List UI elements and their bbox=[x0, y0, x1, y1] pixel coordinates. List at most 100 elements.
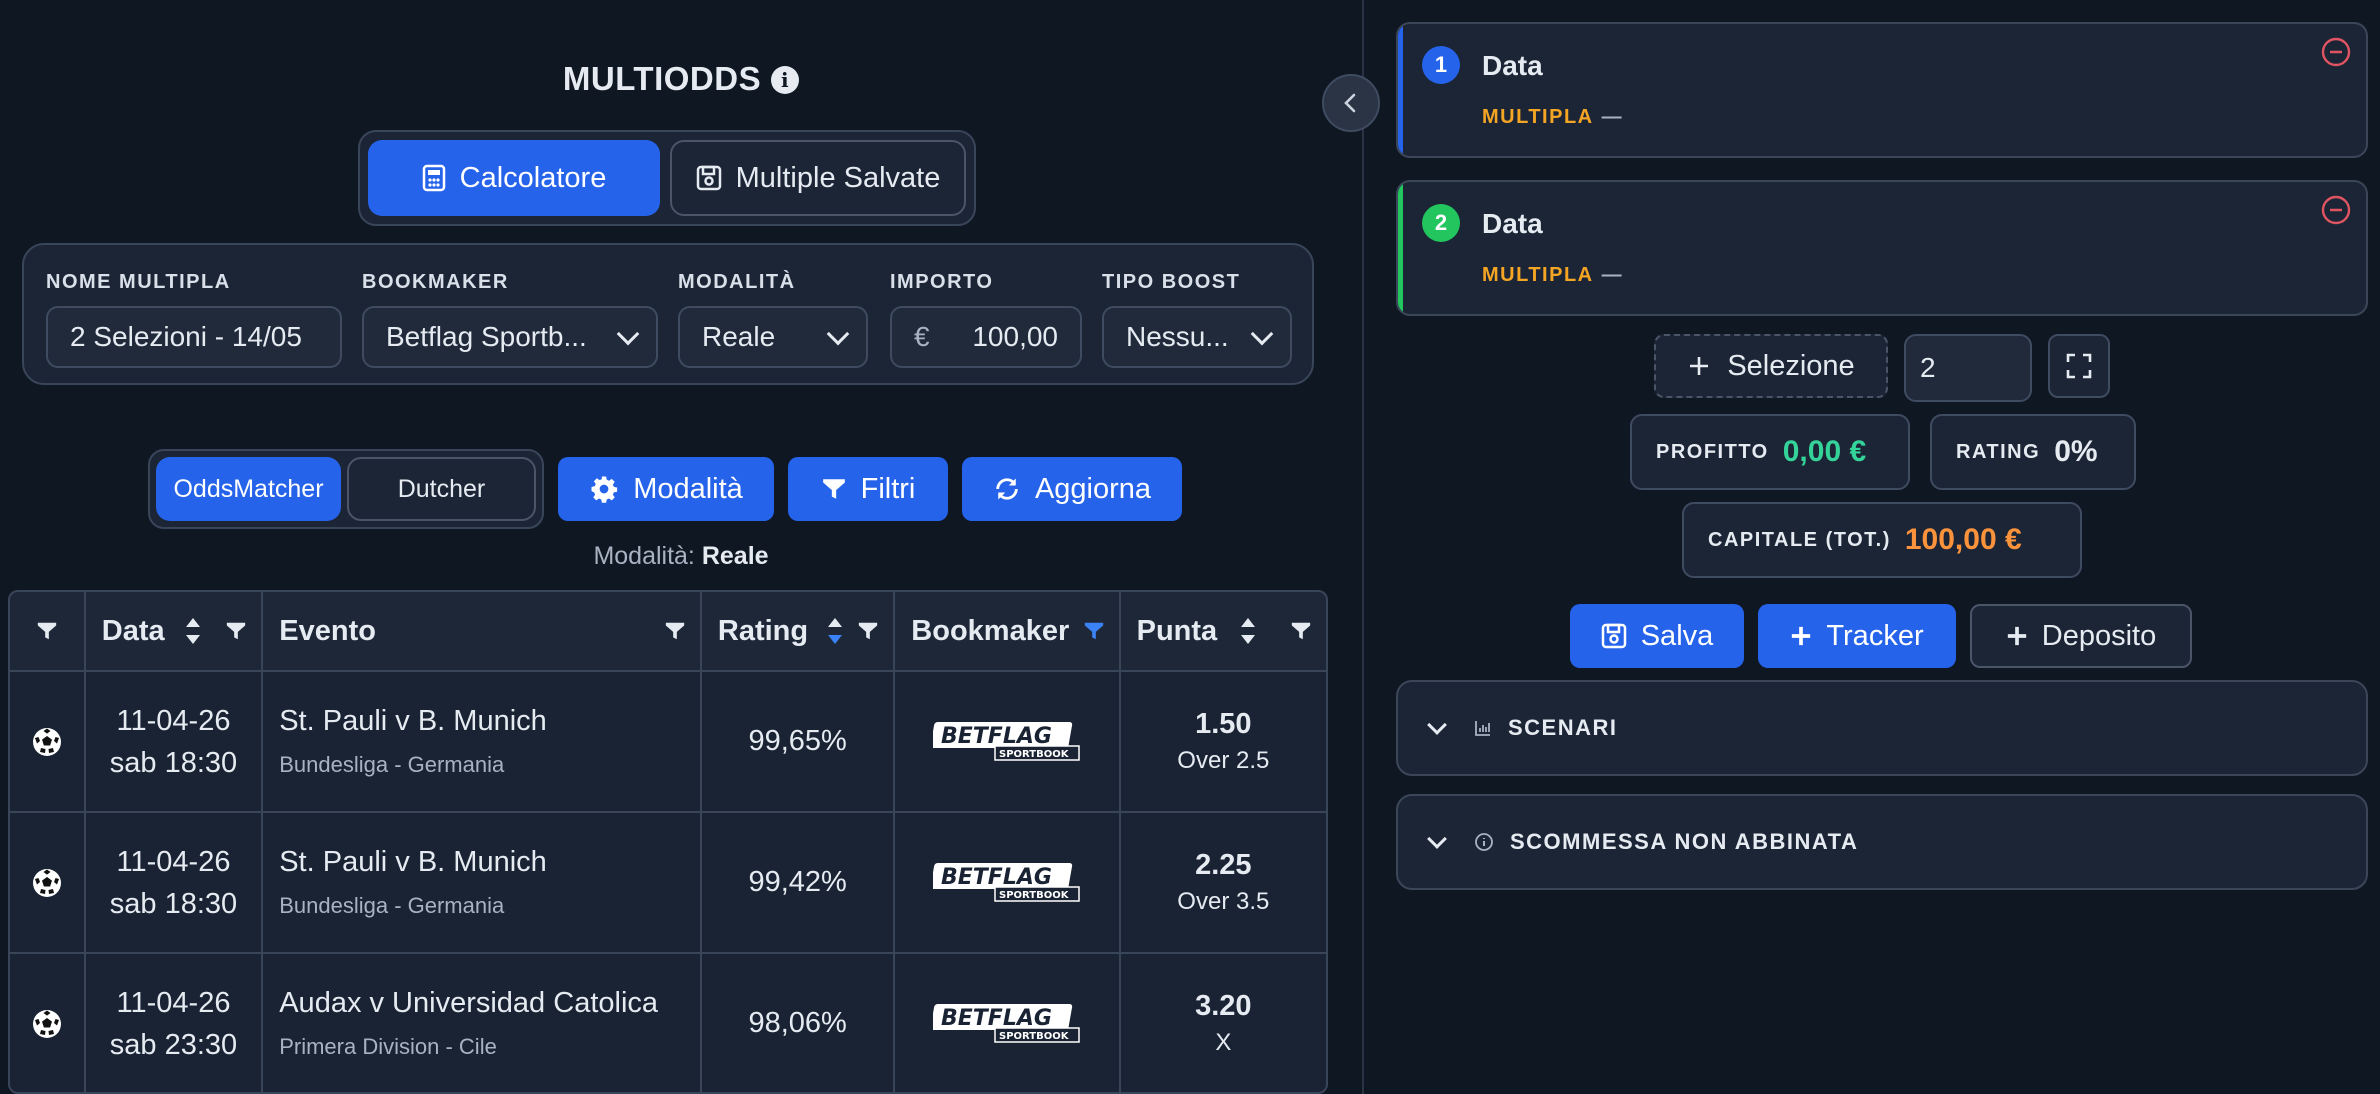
date-cell: 11-04-26 sab 23:30 bbox=[86, 954, 264, 1092]
selection-number: 1 bbox=[1422, 46, 1460, 84]
event-time: sab 23:30 bbox=[109, 1028, 238, 1061]
modalita-select[interactable]: Reale bbox=[678, 306, 868, 368]
selection-count-input[interactable]: 2 bbox=[1904, 334, 2032, 402]
expand-icon bbox=[2066, 353, 2092, 379]
selection-title: Data bbox=[1482, 50, 1543, 81]
chevron-down-icon bbox=[1250, 322, 1274, 346]
data-column-header[interactable]: Data bbox=[86, 592, 264, 670]
boost-select[interactable]: Nessu... bbox=[1102, 306, 1292, 368]
filtri-button-label: Filtri bbox=[860, 472, 916, 505]
scenari-accordion[interactable]: SCENARI bbox=[1396, 680, 2368, 776]
event-league: Bundesliga - Germania bbox=[279, 752, 505, 777]
importo-label: IMPORTO bbox=[890, 271, 994, 293]
info-icon[interactable]: i bbox=[771, 66, 800, 94]
refresh-icon bbox=[996, 478, 1018, 500]
betflag-logo: BETFLAGSPORTBOOK bbox=[932, 721, 1080, 761]
sort-icon[interactable] bbox=[826, 616, 844, 646]
rating-column-header[interactable]: Rating bbox=[702, 592, 896, 670]
nome-field: NOME MULTIPLA 2 Selezioni - 14/05 bbox=[46, 271, 342, 368]
chevron-down-icon bbox=[1427, 715, 1447, 735]
filter-icon[interactable] bbox=[664, 620, 686, 642]
dutcher-toggle[interactable]: Dutcher bbox=[347, 457, 536, 521]
aggiorna-button[interactable]: Aggiorna bbox=[962, 457, 1182, 521]
odd-value: 2.25 bbox=[1195, 849, 1252, 881]
bookmaker-value: Betflag Sportb... bbox=[386, 321, 587, 352]
bookmaker-select[interactable]: Betflag Sportb... bbox=[362, 306, 658, 368]
remove-selection-icon[interactable] bbox=[2320, 194, 2352, 226]
deposito-button[interactable]: Deposito bbox=[1970, 604, 2192, 668]
table-row[interactable]: 11-04-26 sab 18:30 St. Pauli v B. Munich… bbox=[10, 813, 1326, 954]
info-circle-icon bbox=[1475, 833, 1493, 851]
chevron-down-icon bbox=[826, 322, 850, 346]
table-row[interactable]: 11-04-26 sab 18:30 St. Pauli v B. Munich… bbox=[10, 672, 1326, 813]
selection-title: Data bbox=[1482, 208, 1543, 239]
mode-segmented: OddsMatcher Dutcher bbox=[148, 449, 544, 529]
add-selection-button[interactable]: Selezione bbox=[1654, 334, 1888, 398]
tab-multiple-salvate[interactable]: Multiple Salvate bbox=[670, 140, 966, 216]
table-row[interactable]: 11-04-26 sab 23:30 Audax v Universidad C… bbox=[10, 954, 1326, 1092]
modalita-button[interactable]: Modalità bbox=[558, 457, 774, 521]
event-time: sab 18:30 bbox=[109, 887, 238, 920]
importo-value: 100,00 bbox=[972, 321, 1058, 352]
rating-cell: 98,06% bbox=[702, 954, 896, 1092]
tab-calcolatore[interactable]: Calcolatore bbox=[368, 140, 660, 216]
market-label: Over 3.5 bbox=[1177, 888, 1270, 915]
market-label: Over 2.5 bbox=[1177, 747, 1270, 774]
punta-cell[interactable]: 2.25 Over 3.5 bbox=[1121, 813, 1326, 952]
bookmaker-cell: BETFLAG SPORTBOOK bbox=[895, 954, 1121, 1092]
event-league: Primera Division - Cile bbox=[279, 1034, 497, 1059]
filter-icon[interactable] bbox=[225, 620, 247, 642]
chevron-down-icon bbox=[1427, 829, 1447, 849]
capitale-value: 100,00 € bbox=[1904, 523, 2022, 556]
evento-column-header[interactable]: Evento bbox=[263, 592, 702, 670]
soccer-ball-icon bbox=[32, 868, 61, 897]
sport-cell bbox=[10, 813, 86, 952]
filter-icon[interactable] bbox=[36, 620, 58, 642]
modalita-button-label: Modalità bbox=[633, 472, 743, 505]
plus-icon bbox=[2007, 626, 2026, 646]
nome-input[interactable]: 2 Selezioni - 14/05 bbox=[46, 306, 342, 368]
sport-cell bbox=[10, 954, 86, 1092]
punta-header-label: Punta bbox=[1136, 614, 1218, 647]
salva-button[interactable]: Salva bbox=[1570, 604, 1744, 668]
tab-calcolatore-label: Calcolatore bbox=[459, 161, 607, 194]
modalita-field: MODALITÀ Reale bbox=[678, 271, 868, 368]
scommessa-non-abbinata-accordion[interactable]: SCOMMESSA NON ABBINATA bbox=[1396, 794, 2368, 890]
punta-cell[interactable]: 3.20 X bbox=[1121, 954, 1326, 1092]
boost-field: TIPO BOOST Nessu... bbox=[1102, 271, 1292, 368]
modalita-label: MODALITÀ bbox=[678, 271, 796, 293]
chevron-down-icon bbox=[616, 322, 640, 346]
filter-icon[interactable] bbox=[1290, 620, 1312, 642]
main-tabs: Calcolatore Multiple Salvate bbox=[358, 130, 976, 226]
nome-label: NOME MULTIPLA bbox=[46, 271, 231, 293]
oddsmatcher-toggle[interactable]: OddsMatcher bbox=[156, 457, 341, 521]
tab-multiple-salvate-label: Multiple Salvate bbox=[735, 161, 941, 194]
selection-multipla: MULTIPLA — bbox=[1482, 264, 1623, 287]
betflag-logo: BETFLAGSPORTBOOK bbox=[932, 1003, 1080, 1043]
sport-column-header[interactable] bbox=[10, 592, 86, 670]
punta-column-header[interactable]: Punta bbox=[1121, 592, 1326, 670]
aggiorna-button-label: Aggiorna bbox=[1034, 472, 1152, 505]
importo-input[interactable]: €100,00 bbox=[890, 306, 1082, 368]
soccer-ball-icon bbox=[32, 727, 61, 756]
floppy-icon bbox=[1601, 623, 1626, 649]
sort-icon[interactable] bbox=[184, 616, 202, 646]
bookmaker-cell: BETFLAG SPORTBOOK bbox=[895, 672, 1121, 811]
filter-icon[interactable] bbox=[857, 620, 879, 642]
fullscreen-button[interactable] bbox=[2048, 334, 2110, 398]
punta-cell[interactable]: 1.50 Over 2.5 bbox=[1121, 672, 1326, 811]
filtri-button[interactable]: Filtri bbox=[788, 457, 948, 521]
add-selection-label: Selezione bbox=[1727, 349, 1855, 382]
tracker-button[interactable]: Tracker bbox=[1758, 604, 1956, 668]
odd-value: 1.50 bbox=[1195, 708, 1252, 740]
selection-card[interactable]: 1 Data MULTIPLA — bbox=[1396, 22, 2368, 158]
sort-icon[interactable] bbox=[1239, 616, 1257, 646]
remove-selection-icon[interactable] bbox=[2320, 36, 2352, 68]
profitto-label: PROFITTO bbox=[1656, 440, 1769, 463]
date-cell: 11-04-26 sab 18:30 bbox=[86, 672, 264, 811]
modalita-status-prefix: Modalità: bbox=[593, 542, 695, 570]
event-date: 11-04-26 bbox=[116, 704, 231, 737]
filter-icon[interactable] bbox=[1083, 620, 1105, 642]
bookmaker-column-header[interactable]: Bookmaker bbox=[895, 592, 1121, 670]
selection-card[interactable]: 2 Data MULTIPLA — bbox=[1396, 180, 2368, 316]
